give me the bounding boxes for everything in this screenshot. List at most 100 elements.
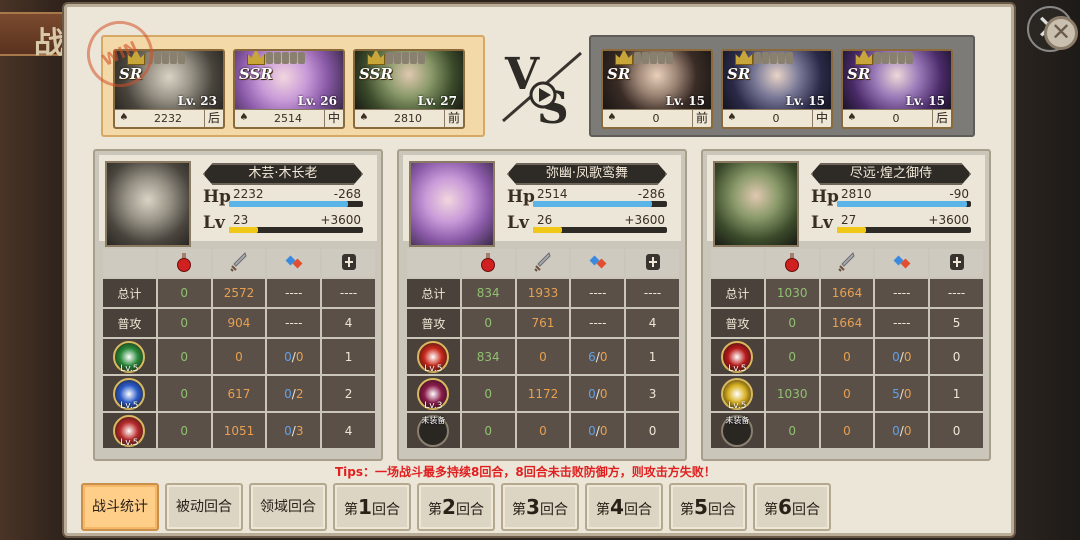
hero-card[interactable]: SR Lv. 15 ♠ 0 中: [721, 49, 833, 129]
hero-level: Lv. 15: [785, 94, 825, 108]
hit-value: ----: [267, 309, 321, 337]
count-value: 1: [930, 376, 983, 411]
skill-icon[interactable]: 未装备: [721, 414, 754, 447]
sword-icon: [212, 249, 266, 277]
skill-row: Lv.5 0 1051 0/3 4: [103, 413, 375, 448]
heal-value: 0: [461, 413, 515, 448]
shield-swap-icon: [285, 255, 303, 268]
header-blank: [407, 249, 460, 277]
power-value: 2514: [274, 112, 302, 125]
position-label: 后: [204, 110, 223, 127]
tab-round-number: 4: [610, 495, 624, 519]
tab-6[interactable]: 第3回合: [501, 483, 579, 531]
hit-count: 0: [284, 349, 292, 364]
skill-icon[interactable]: 未装备: [417, 414, 450, 447]
skill-icon[interactable]: Lv.5: [113, 340, 146, 374]
star-rating: [735, 51, 793, 65]
hp-bar: [229, 201, 363, 207]
star-pip-icon: [298, 52, 305, 64]
star-pip-icon: [410, 52, 417, 64]
round-tabs: 战斗统计 被动回合 领域回合 第1回合 第2回合 第3回合 第4回合 第5回合 第6回合: [81, 483, 831, 531]
tab-5[interactable]: 第2回合: [417, 483, 495, 531]
heal-value: 0: [765, 339, 819, 374]
row-label: 总计: [103, 279, 156, 307]
lv-delta: +3600: [320, 213, 361, 227]
damage-value: 1051: [212, 413, 266, 448]
stat-row: 普攻 0 904 ---- 4: [103, 309, 375, 337]
star-pip-icon: [762, 52, 769, 64]
potion-icon: [481, 252, 496, 272]
count-value: 4: [626, 309, 679, 337]
shield-swap-icon: [893, 255, 911, 268]
skill-icon[interactable]: Lv.3: [417, 377, 450, 411]
tab-round-number: 5: [694, 495, 708, 519]
count-value: 4: [322, 309, 375, 337]
hero-name: 木芸·木长老: [203, 163, 363, 185]
damage-value: 1664: [820, 279, 874, 307]
hero-header: 木芸·木长老 Hp 2232 -268 Lv 23 +3600: [99, 155, 377, 247]
skill-row: Lv.5 834 0 6/0 1: [407, 339, 679, 374]
damage-value: 761: [516, 309, 570, 337]
hp-delta: -268: [333, 187, 361, 201]
hero-portrait: [411, 163, 493, 245]
skill-icon[interactable]: Lv.5: [113, 377, 146, 411]
gauge-icon: [949, 253, 964, 270]
hit-total: 0: [295, 349, 304, 364]
shield-swap-icon: [875, 249, 929, 277]
hit-ratio: 6/0: [571, 339, 625, 374]
hero-card[interactable]: SR Lv. 15 ♠ 0 后: [841, 49, 953, 129]
power-bar: ♠ 0 前: [603, 109, 711, 127]
count-value: ----: [626, 279, 679, 307]
background-title: 战: [34, 26, 64, 61]
count-value: 1: [322, 339, 375, 374]
hero-avatar: [105, 161, 191, 247]
tab-3[interactable]: 领域回合: [249, 483, 327, 531]
skill-level: Lv.5: [728, 363, 747, 374]
hp-bar: [837, 201, 971, 207]
tab-7[interactable]: 第4回合: [585, 483, 663, 531]
tab-suffix: 回合: [371, 502, 400, 518]
tab-9[interactable]: 第6回合: [753, 483, 831, 531]
gauge-icon: [645, 253, 660, 270]
tab-4[interactable]: 第1回合: [333, 483, 411, 531]
hit-count: 0: [892, 423, 900, 438]
versus-icon: V S: [502, 49, 582, 129]
hp-label: Hp: [811, 187, 839, 207]
tab-label: 被动回合: [176, 499, 232, 515]
star-rating: [367, 51, 425, 65]
hit-value: ----: [571, 309, 625, 337]
hero-card[interactable]: SR Lv. 15 ♠ 0 前: [601, 49, 713, 129]
hp-bar: [533, 201, 667, 207]
lv-bar-fill: [837, 227, 867, 233]
skill-icon[interactable]: Lv.5: [113, 414, 146, 448]
hp-row: Hp 2810 -90: [811, 187, 971, 211]
skill-level: Lv.5: [120, 437, 139, 448]
hit-ratio: 0/0: [571, 376, 625, 411]
power-value: 2810: [394, 112, 422, 125]
hp-delta: -90: [949, 187, 969, 201]
count-value: 3: [626, 376, 679, 411]
heal-value: 0: [461, 376, 515, 411]
lv-label: Lv: [811, 213, 833, 233]
tab-round-number: 1: [358, 495, 372, 519]
skill-cell: Lv.5: [711, 339, 764, 374]
rarity-badge: SR: [607, 65, 631, 83]
star-pip-icon: [786, 52, 793, 64]
tab-1[interactable]: 战斗统计: [81, 483, 159, 531]
skill-icon[interactable]: Lv.5: [721, 377, 754, 411]
tab-2[interactable]: 被动回合: [165, 483, 243, 531]
lv-bar-fill: [229, 227, 259, 233]
tab-prefix: 第: [764, 502, 779, 518]
skill-icon[interactable]: Lv.5: [721, 340, 754, 374]
hero-card[interactable]: SSR Lv. 27 ♠ 2810 前: [353, 49, 465, 129]
position-label: 中: [812, 110, 831, 127]
skill-icon[interactable]: Lv.5: [417, 340, 450, 374]
star-pip-icon: [282, 52, 289, 64]
hero-header: 尽远·煌之御侍 Hp 2810 -90 Lv 27 +3600: [707, 155, 985, 247]
hero-card[interactable]: SSR Lv. 26 ♠ 2514 中: [233, 49, 345, 129]
tab-8[interactable]: 第5回合: [669, 483, 747, 531]
stat-header-row: [711, 249, 983, 277]
panel-close-icon[interactable]: ✕: [1044, 16, 1078, 50]
lv-bar: [837, 227, 971, 233]
damage-value: 0: [820, 413, 874, 448]
